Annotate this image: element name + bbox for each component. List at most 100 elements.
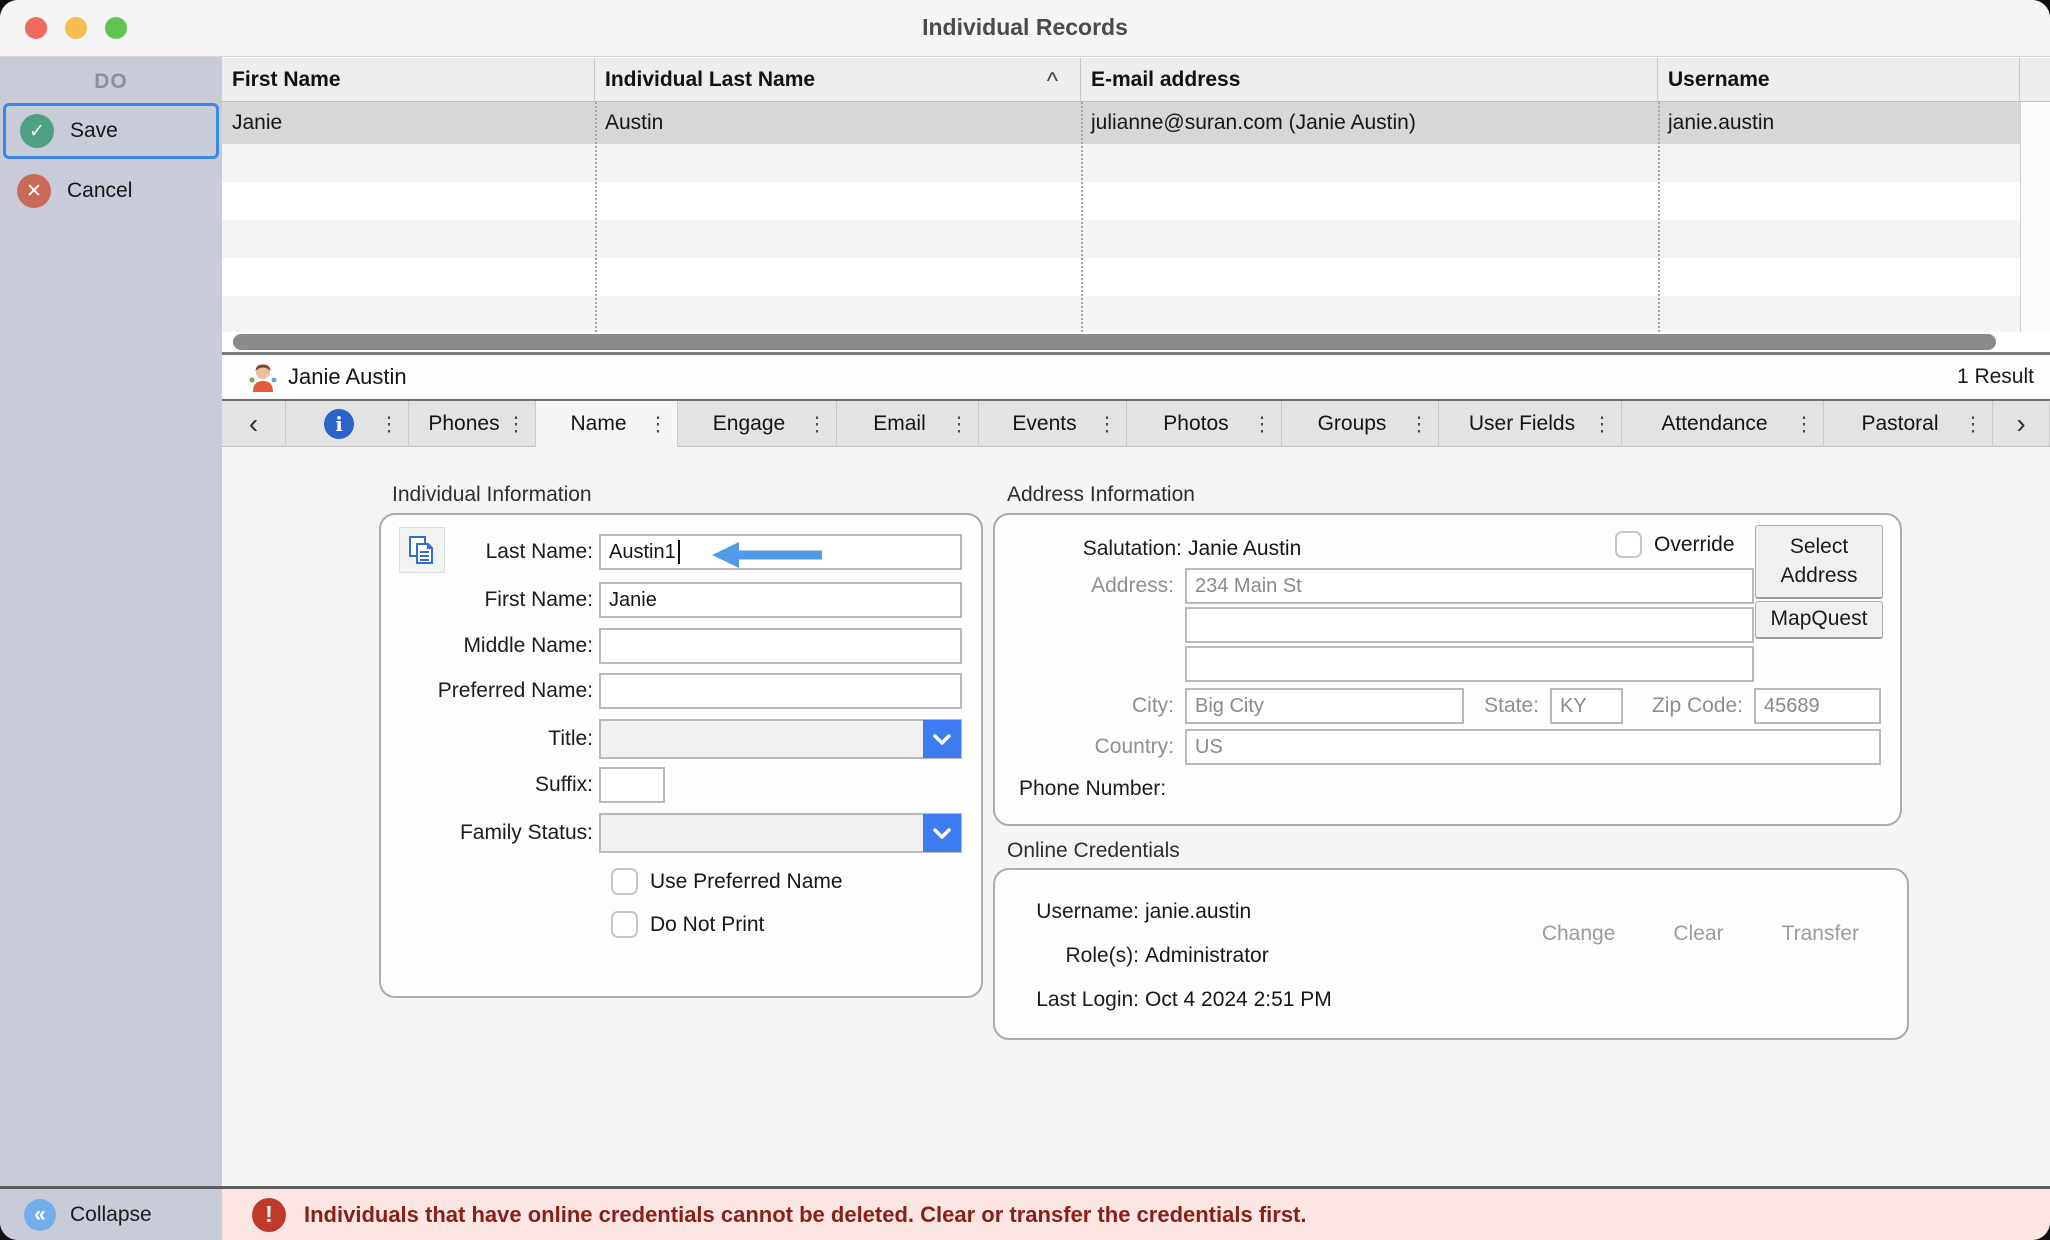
- middle-name-input[interactable]: [599, 628, 962, 664]
- first-name-input[interactable]: Janie: [599, 582, 962, 618]
- tab-photos[interactable]: Photos ⋮: [1127, 401, 1282, 447]
- city-input[interactable]: Big City: [1185, 688, 1464, 724]
- tab-overflow-icon[interactable]: ⋮: [1409, 411, 1429, 436]
- tab-overflow-icon[interactable]: ⋮: [1097, 411, 1117, 436]
- tab-overflow-icon[interactable]: ⋮: [949, 411, 969, 436]
- empty-row: [222, 144, 2020, 182]
- empty-row: [222, 296, 2020, 332]
- table-row-selected[interactable]: Janie Austin julianne@suran.com (Janie A…: [222, 102, 2020, 144]
- save-check-icon: ✓: [20, 114, 54, 148]
- title-dropdown-button[interactable]: [923, 720, 961, 758]
- do-not-print-label: Do Not Print: [650, 913, 764, 937]
- suffix-input[interactable]: [599, 767, 665, 803]
- clear-credentials-button[interactable]: Clear: [1673, 922, 1723, 946]
- tab-info[interactable]: i ⋮: [286, 401, 409, 447]
- tabs-scroll-left-button[interactable]: ‹: [222, 401, 286, 447]
- title-label: Title:: [381, 727, 599, 751]
- column-header-first-name[interactable]: First Name: [222, 58, 595, 101]
- last-login-value: Oct 4 2024 2:51 PM: [1145, 988, 1332, 1012]
- collapse-button[interactable]: « Collapse: [0, 1189, 222, 1240]
- tab-phones[interactable]: Phones ⋮: [409, 401, 536, 447]
- zip-code-input[interactable]: 45689: [1754, 688, 1881, 724]
- individual-information-panel: Last Name: Austin1 First Name: Janie: [379, 513, 983, 998]
- phone-number-label: Phone Number:: [1019, 777, 1166, 801]
- tab-overflow-icon[interactable]: ⋮: [648, 411, 668, 436]
- family-status-dropdown-button[interactable]: [923, 814, 961, 852]
- tab-overflow-icon[interactable]: ⋮: [807, 411, 827, 436]
- override-checkbox[interactable]: [1615, 531, 1642, 558]
- tab-name[interactable]: Name ⋮: [536, 401, 678, 447]
- cancel-button[interactable]: ✕ Cancel: [3, 163, 219, 219]
- column-divider: [1081, 102, 1083, 332]
- title-select[interactable]: [599, 719, 962, 759]
- vertical-scrollbar-track[interactable]: [2021, 102, 2050, 332]
- mapquest-button[interactable]: MapQuest: [1755, 601, 1883, 639]
- cell-first-name: Janie: [222, 102, 595, 144]
- state-label: State:: [1464, 694, 1545, 718]
- horizontal-scrollbar-track[interactable]: [222, 332, 2050, 352]
- use-preferred-name-checkbox[interactable]: [611, 868, 638, 895]
- tab-overflow-icon[interactable]: ⋮: [1794, 411, 1814, 436]
- tab-attendance[interactable]: Attendance ⋮: [1622, 401, 1824, 447]
- column-header-last-name[interactable]: Individual Last Name ^: [595, 58, 1081, 101]
- tab-engage[interactable]: Engage ⋮: [678, 401, 837, 447]
- person-avatar-icon: [248, 362, 278, 392]
- horizontal-scrollbar-thumb[interactable]: [233, 334, 1996, 350]
- select-address-button[interactable]: Select Address: [1755, 525, 1883, 599]
- main-area: First Name Individual Last Name ^ E-mail…: [222, 57, 2050, 1186]
- collapse-chevrons-icon: «: [24, 1199, 56, 1231]
- alert-icon: !: [252, 1198, 286, 1232]
- tab-overflow-icon[interactable]: ⋮: [1592, 411, 1612, 436]
- transfer-credentials-button[interactable]: Transfer: [1782, 922, 1859, 946]
- last-name-label: Last Name:: [381, 540, 599, 564]
- tab-user-fields[interactable]: User Fields ⋮: [1439, 401, 1622, 447]
- record-tab-bar: ‹ i ⋮ Phones ⋮ Name ⋮ Engage ⋮ Email ⋮: [222, 399, 2050, 447]
- username-value: janie.austin: [1145, 900, 1251, 924]
- preferred-name-input[interactable]: [599, 673, 962, 709]
- save-button[interactable]: ✓ Save: [3, 103, 219, 159]
- name-tab-content: Individual Information Last Name:: [222, 447, 2050, 1186]
- tab-overflow-icon[interactable]: ⋮: [1252, 411, 1272, 436]
- column-header-username[interactable]: Username: [1658, 58, 2020, 101]
- tab-overflow-icon[interactable]: ⋮: [1963, 411, 1983, 436]
- address-label: Address:: [995, 574, 1180, 598]
- address-information-title: Address Information: [1007, 483, 1195, 507]
- address-line2-input[interactable]: [1185, 607, 1754, 643]
- tab-groups[interactable]: Groups ⋮: [1282, 401, 1439, 447]
- tab-email[interactable]: Email ⋮: [837, 401, 979, 447]
- use-preferred-name-label: Use Preferred Name: [650, 870, 843, 894]
- info-icon: i: [324, 409, 354, 439]
- empty-row: [222, 258, 2020, 296]
- do-sidebar: DO ✓ Save ✕ Cancel: [0, 57, 222, 1186]
- zip-code-label: Zip Code:: [1623, 694, 1749, 718]
- chevron-left-icon: ‹: [249, 408, 258, 440]
- country-label: Country:: [995, 735, 1180, 759]
- online-credentials-panel: Username: janie.austin Role(s): Administ…: [993, 868, 1909, 1040]
- first-name-label: First Name:: [381, 588, 599, 612]
- address-line3-input[interactable]: [1185, 646, 1754, 682]
- tab-overflow-icon[interactable]: ⋮: [379, 411, 399, 436]
- last-login-label: Last Login:: [995, 988, 1145, 1012]
- tab-overflow-icon[interactable]: ⋮: [506, 411, 526, 436]
- column-header-email[interactable]: E-mail address: [1081, 58, 1658, 101]
- chevron-down-icon: [929, 726, 955, 752]
- table-gutter-divider: [2020, 102, 2021, 332]
- family-status-select[interactable]: [599, 813, 962, 853]
- address-line1-input[interactable]: 234 Main St: [1185, 568, 1754, 604]
- cancel-x-icon: ✕: [17, 174, 51, 208]
- change-credentials-button[interactable]: Change: [1542, 922, 1616, 946]
- suffix-label: Suffix:: [381, 773, 599, 797]
- do-not-print-checkbox[interactable]: [611, 911, 638, 938]
- result-count: 1 Result: [1957, 365, 2034, 389]
- tab-events[interactable]: Events ⋮: [979, 401, 1127, 447]
- error-banner: ! Individuals that have online credentia…: [222, 1189, 2050, 1240]
- country-input[interactable]: US: [1185, 729, 1881, 765]
- collapse-label: Collapse: [70, 1203, 152, 1227]
- tab-pastoral[interactable]: Pastoral ⋮: [1824, 401, 1993, 447]
- save-button-label: Save: [70, 119, 118, 143]
- state-input[interactable]: KY: [1550, 688, 1623, 724]
- column-divider: [595, 102, 597, 332]
- override-label: Override: [1654, 533, 1735, 557]
- empty-row: [222, 182, 2020, 220]
- tabs-scroll-right-button[interactable]: ›: [1993, 401, 2050, 447]
